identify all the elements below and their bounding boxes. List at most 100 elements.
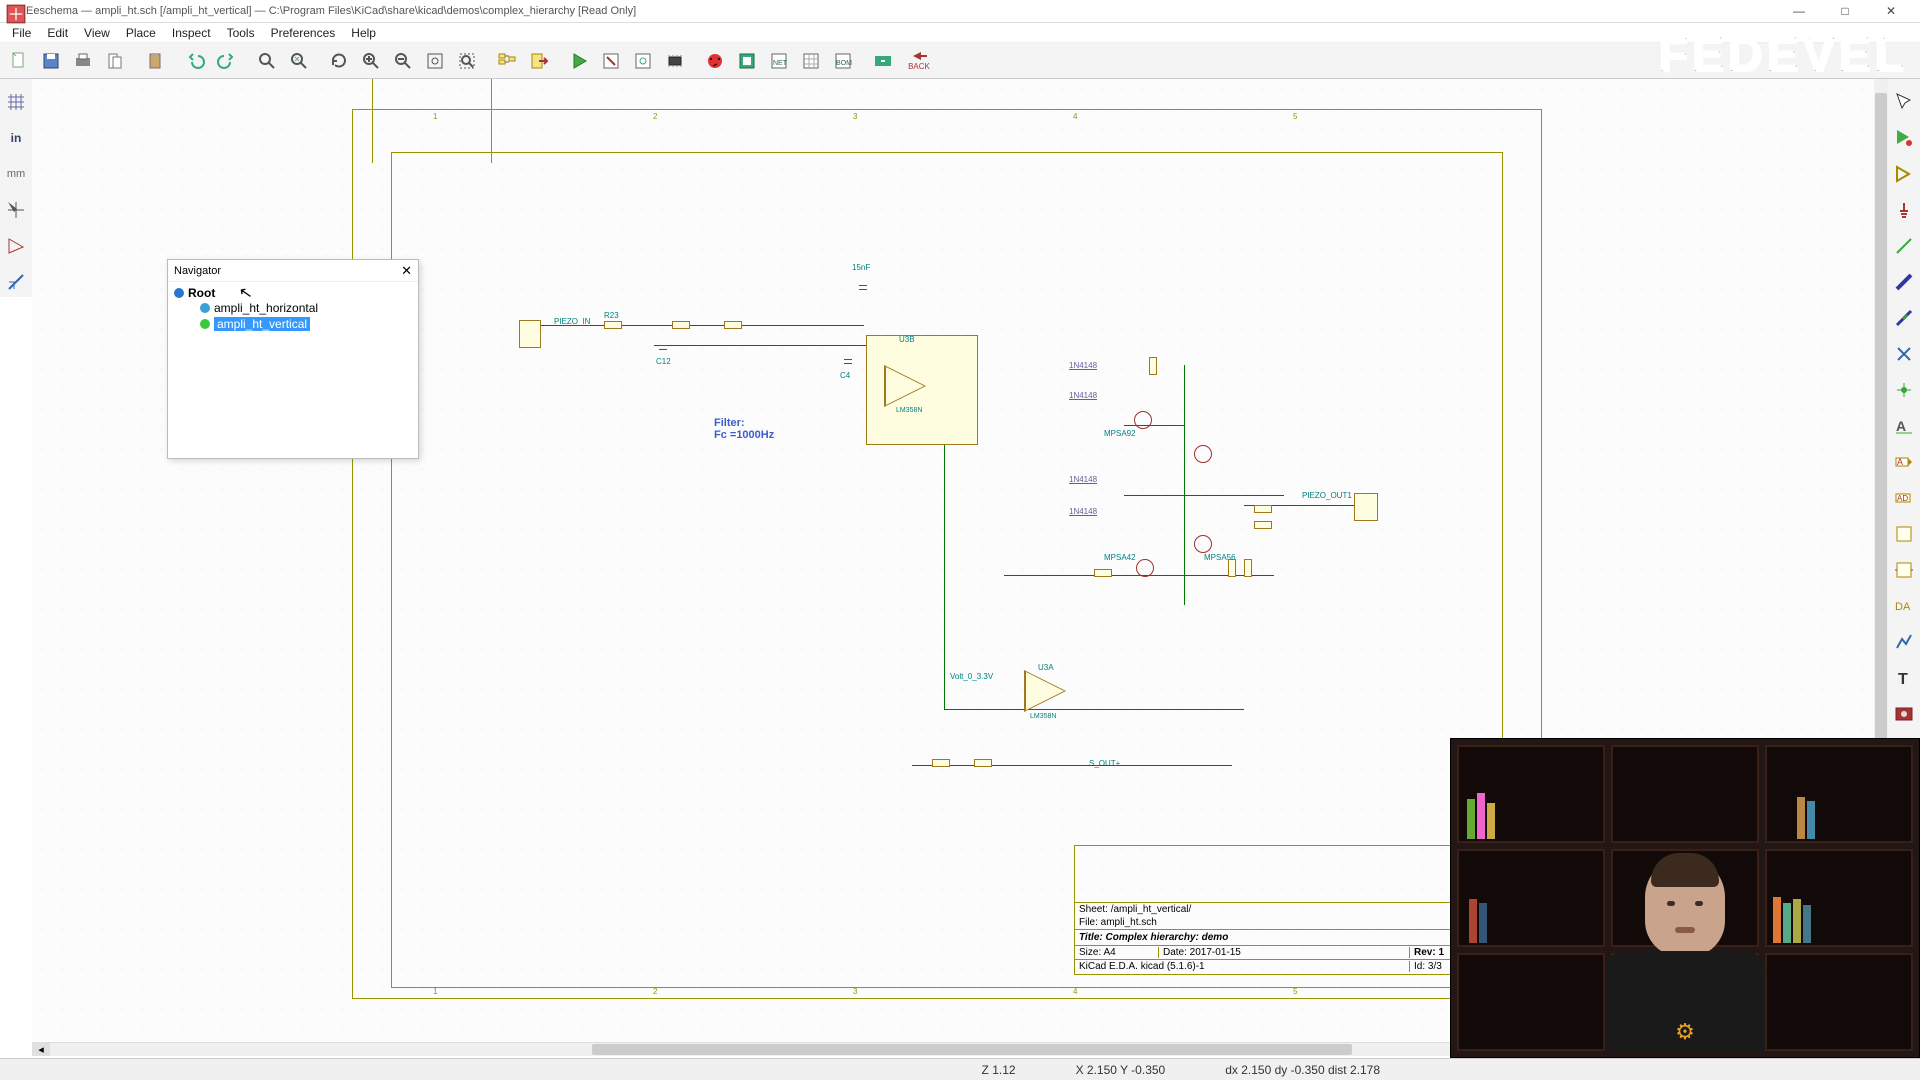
cvpcb-icon[interactable] (732, 46, 762, 76)
tb-title: Title: Complex hierarchy: demo (1075, 929, 1463, 945)
mpsa92-label: MPSA92 (1104, 429, 1136, 438)
back-label: BACK (908, 62, 930, 71)
new-icon[interactable] (4, 46, 34, 76)
piezo-out-label: PIEZO_OUT1 (1302, 491, 1352, 500)
menu-inspect[interactable]: Inspect (164, 24, 219, 42)
c1-group (856, 273, 870, 301)
image-icon[interactable] (1889, 699, 1919, 729)
zoom-redraw-icon[interactable] (324, 46, 354, 76)
edit-symbol-fields-icon[interactable]: BOM (828, 46, 858, 76)
maximize-button[interactable]: □ (1822, 4, 1868, 18)
net-label-icon[interactable]: A (1889, 411, 1919, 441)
ruler-b4: 4 (1073, 987, 1077, 996)
navigator-close-icon[interactable]: ✕ (401, 263, 412, 279)
status-bar: Z 1.12 X 2.150 Y -0.350 dx 2.150 dy -0.3… (0, 1058, 1920, 1080)
global-label-icon[interactable]: A (1889, 447, 1919, 477)
sheet-pin-da-icon[interactable]: DA (1889, 591, 1919, 621)
cap15nf-label: 15nF (852, 263, 870, 272)
menu-edit[interactable]: Edit (39, 24, 76, 42)
r-vert1 (1228, 559, 1236, 577)
menu-view[interactable]: View (76, 24, 118, 42)
zoom-out-icon[interactable] (388, 46, 418, 76)
hierarchy-nav-icon[interactable] (492, 46, 522, 76)
browse-symbol-icon[interactable] (628, 46, 658, 76)
back-icon[interactable]: BACK (900, 46, 938, 76)
bus-direction-icon[interactable] (1, 267, 31, 297)
menu-tools[interactable]: Tools (219, 24, 263, 42)
scroll-thumb[interactable] (592, 1044, 1352, 1055)
menu-help[interactable]: Help (343, 24, 384, 42)
text-icon[interactable]: T (1889, 663, 1919, 693)
redo-icon[interactable] (212, 46, 242, 76)
highlight-net-icon[interactable] (1889, 123, 1919, 153)
root-node-icon (174, 288, 184, 298)
u3b-ref: U3B (899, 335, 915, 344)
navigator-root[interactable]: Root (174, 286, 412, 300)
mm-icon[interactable]: mm (1, 159, 31, 189)
bom-icon[interactable] (796, 46, 826, 76)
connector-out (1354, 493, 1378, 521)
hier-sheet-icon[interactable] (1889, 519, 1919, 549)
symbol-editor-icon[interactable] (596, 46, 626, 76)
poly-line-icon[interactable] (1889, 627, 1919, 657)
place-power-icon[interactable] (1889, 195, 1919, 225)
scroll-left-icon[interactable]: ◂ (32, 1043, 50, 1056)
brand-watermark: FEDEVEL (1659, 28, 1908, 83)
eeschema-icon (6, 4, 20, 18)
ruler-b5: 5 (1293, 987, 1297, 996)
cursor-icon[interactable] (1889, 87, 1919, 117)
navigator-item-vertical[interactable]: ampli_ht_vertical (198, 316, 412, 332)
junction-icon[interactable] (1889, 375, 1919, 405)
print-icon[interactable] (68, 46, 98, 76)
navigator-item-label: ampli_ht_vertical (214, 317, 310, 331)
grid-icon[interactable] (1, 87, 31, 117)
find-icon[interactable] (252, 46, 282, 76)
place-bus-entry-icon[interactable] (1889, 303, 1919, 333)
netlist-icon[interactable]: NET (764, 46, 794, 76)
navigator-body: Root ampli_ht_horizontal ampli_ht_vertic… (168, 282, 418, 336)
pcb-update-icon[interactable] (868, 46, 898, 76)
connector-in (519, 320, 541, 348)
menu-bar: File Edit View Place Inspect Tools Prefe… (0, 23, 1920, 43)
zoom-fit-icon[interactable] (420, 46, 450, 76)
paste-icon[interactable] (140, 46, 170, 76)
wire (944, 709, 1244, 710)
s-out-label: S_OUT+ (1089, 759, 1120, 768)
erc-icon[interactable] (700, 46, 730, 76)
navigator-panel[interactable]: Navigator ✕ Root ampli_ht_horizontal amp… (167, 259, 419, 459)
place-symbol-icon[interactable] (1889, 159, 1919, 189)
minimize-button[interactable]: — (1776, 4, 1822, 18)
hidden-pins-icon[interactable] (1, 231, 31, 261)
zoom-refresh-icon[interactable] (284, 46, 314, 76)
cursor-shape-icon[interactable] (1, 195, 31, 225)
menu-file[interactable]: File (4, 24, 39, 42)
wire (912, 765, 1232, 766)
piezo-in-label: PIEZO_IN (554, 317, 590, 326)
menu-place[interactable]: Place (118, 24, 164, 42)
zoom-window-icon[interactable] (452, 46, 482, 76)
q4 (1136, 559, 1154, 577)
navigator-titlebar[interactable]: Navigator ✕ (168, 260, 418, 282)
menu-preferences[interactable]: Preferences (263, 24, 344, 42)
c4-label: C4 (840, 371, 850, 380)
place-bus-icon[interactable] (1889, 267, 1919, 297)
place-wire-icon[interactable] (1889, 231, 1919, 261)
import-sheet-pin-icon[interactable] (1889, 555, 1919, 585)
status-xy: X 2.150 Y -0.350 (1076, 1063, 1166, 1077)
save-icon[interactable] (36, 46, 66, 76)
u3a-ref: U3A (1038, 663, 1054, 672)
close-button[interactable]: ✕ (1868, 4, 1914, 18)
navigator-item-horizontal[interactable]: ampli_ht_horizontal (198, 300, 412, 316)
ruler-5: 5 (1293, 112, 1297, 121)
inch-icon[interactable]: in (1, 123, 31, 153)
footprint-icon[interactable] (660, 46, 690, 76)
webcam-overlay: ⚙ (1450, 738, 1920, 1058)
no-connect-icon[interactable] (1889, 339, 1919, 369)
undo-icon[interactable] (180, 46, 210, 76)
wire (654, 345, 884, 346)
hier-label-icon[interactable]: AD (1889, 483, 1919, 513)
zoom-in-icon[interactable] (356, 46, 386, 76)
leave-sheet-icon[interactable] (524, 46, 554, 76)
run-sim-icon[interactable] (564, 46, 594, 76)
page-setup-icon[interactable] (100, 46, 130, 76)
